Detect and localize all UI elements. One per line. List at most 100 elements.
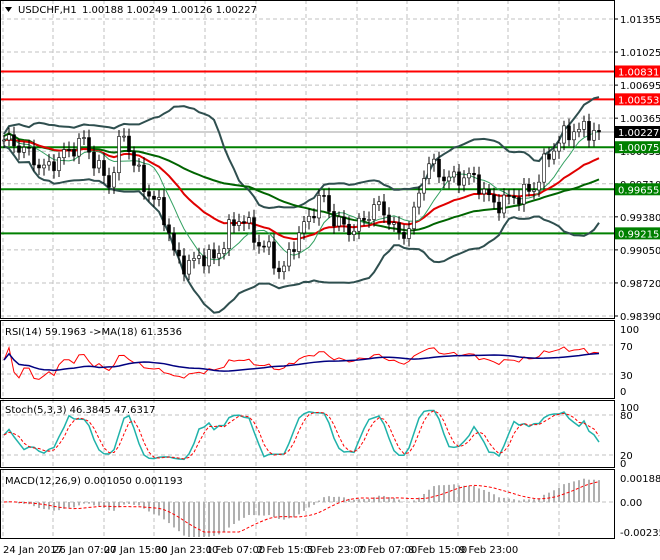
candle (47, 161, 51, 166)
candle (427, 163, 431, 179)
candle (397, 222, 401, 233)
axes: 1.013551.010251.006951.003651.000350.997… (3, 15, 660, 556)
candle (17, 145, 21, 153)
price-tick-label: 0.99380 (620, 213, 660, 224)
price-tick-label: 0.98390 (620, 312, 660, 323)
candle (57, 157, 61, 171)
candle (467, 173, 471, 179)
candle (367, 219, 371, 221)
candle (302, 221, 306, 234)
candle (197, 255, 201, 259)
level-tag-label: 1.00075 (618, 143, 659, 154)
candle (337, 216, 341, 227)
candle (167, 224, 171, 234)
candle (172, 232, 176, 251)
grid (0, 0, 614, 538)
candle (192, 258, 196, 261)
candle (477, 174, 481, 195)
candle (557, 142, 561, 152)
candle (282, 265, 286, 273)
candle (482, 188, 486, 195)
candle (227, 219, 231, 249)
candle (577, 129, 581, 133)
candle (517, 197, 521, 205)
indicator-plots (3, 345, 600, 537)
candle (12, 134, 16, 147)
candle (297, 232, 301, 252)
candle (102, 160, 106, 176)
stoch-tick-label: 0 (620, 459, 626, 470)
candle (247, 217, 251, 224)
chart-window[interactable]: 1.013551.010251.006951.003651.000350.997… (0, 0, 660, 560)
main-plot (2, 96, 601, 314)
candle (372, 204, 376, 220)
candle (382, 201, 386, 216)
rsi-ma-line (3, 352, 600, 372)
candle (7, 134, 11, 141)
candle (322, 195, 326, 197)
candle (347, 223, 351, 235)
candle (487, 188, 491, 196)
candle (117, 136, 121, 173)
candle (232, 219, 236, 226)
price-tick-label: 1.01355 (620, 15, 660, 26)
candle (267, 241, 271, 248)
candle (77, 138, 81, 157)
candle (182, 255, 186, 275)
candle (567, 125, 571, 141)
candle (462, 177, 466, 186)
candle (457, 171, 461, 186)
candle (562, 125, 566, 144)
header: USDCHF,H1 1.00188 1.00249 1.00126 1.0022… (5, 5, 257, 16)
candle (357, 217, 361, 232)
candle (222, 248, 226, 254)
candle (317, 195, 321, 219)
candle (152, 195, 156, 200)
price-tick-label: 0.98720 (620, 279, 660, 290)
candle (452, 171, 456, 178)
stoch-d-line (3, 410, 600, 460)
chart-canvas[interactable]: 1.013551.010251.006951.003651.000350.997… (0, 0, 660, 560)
price-tick-label: 1.01025 (620, 48, 660, 59)
rsi-tick-label: 100 (620, 325, 639, 336)
candle (332, 211, 336, 227)
candle (592, 130, 596, 141)
candle (72, 149, 76, 157)
candle (142, 164, 146, 192)
stoch-title: Stoch(5,3,3) 46.3845 47.6317 (5, 405, 156, 416)
candle (127, 135, 131, 152)
candle (2, 139, 6, 142)
candle (242, 221, 246, 224)
candle (212, 249, 216, 259)
candle (237, 221, 241, 226)
price-tick-label: 1.00365 (620, 114, 660, 125)
candle (257, 242, 261, 247)
candle (407, 228, 411, 239)
time-tick-label: 9 Feb 23:00 (459, 545, 518, 556)
candle (472, 173, 476, 176)
candle (22, 147, 26, 153)
candle (272, 241, 276, 269)
candle (432, 158, 436, 165)
candle (532, 189, 536, 192)
macd-tick-label: 0.001882 (620, 474, 660, 485)
candle (32, 147, 36, 166)
macd-tick-label: -0.002356 (620, 528, 660, 539)
candle (582, 121, 586, 130)
candle (352, 230, 356, 235)
candle (307, 215, 311, 222)
candle (147, 191, 151, 197)
candle (437, 158, 441, 178)
candle (392, 222, 396, 225)
level-tag-label: 0.99655 (618, 185, 659, 196)
candle (202, 255, 206, 267)
dropdown-arrow-icon[interactable] (5, 7, 12, 12)
candle (137, 164, 141, 167)
candle (217, 253, 221, 259)
bollinger-lower (3, 145, 600, 314)
candle (92, 151, 96, 169)
candle (412, 206, 416, 230)
candle (547, 153, 551, 160)
candle (342, 216, 346, 225)
candle (262, 245, 266, 248)
